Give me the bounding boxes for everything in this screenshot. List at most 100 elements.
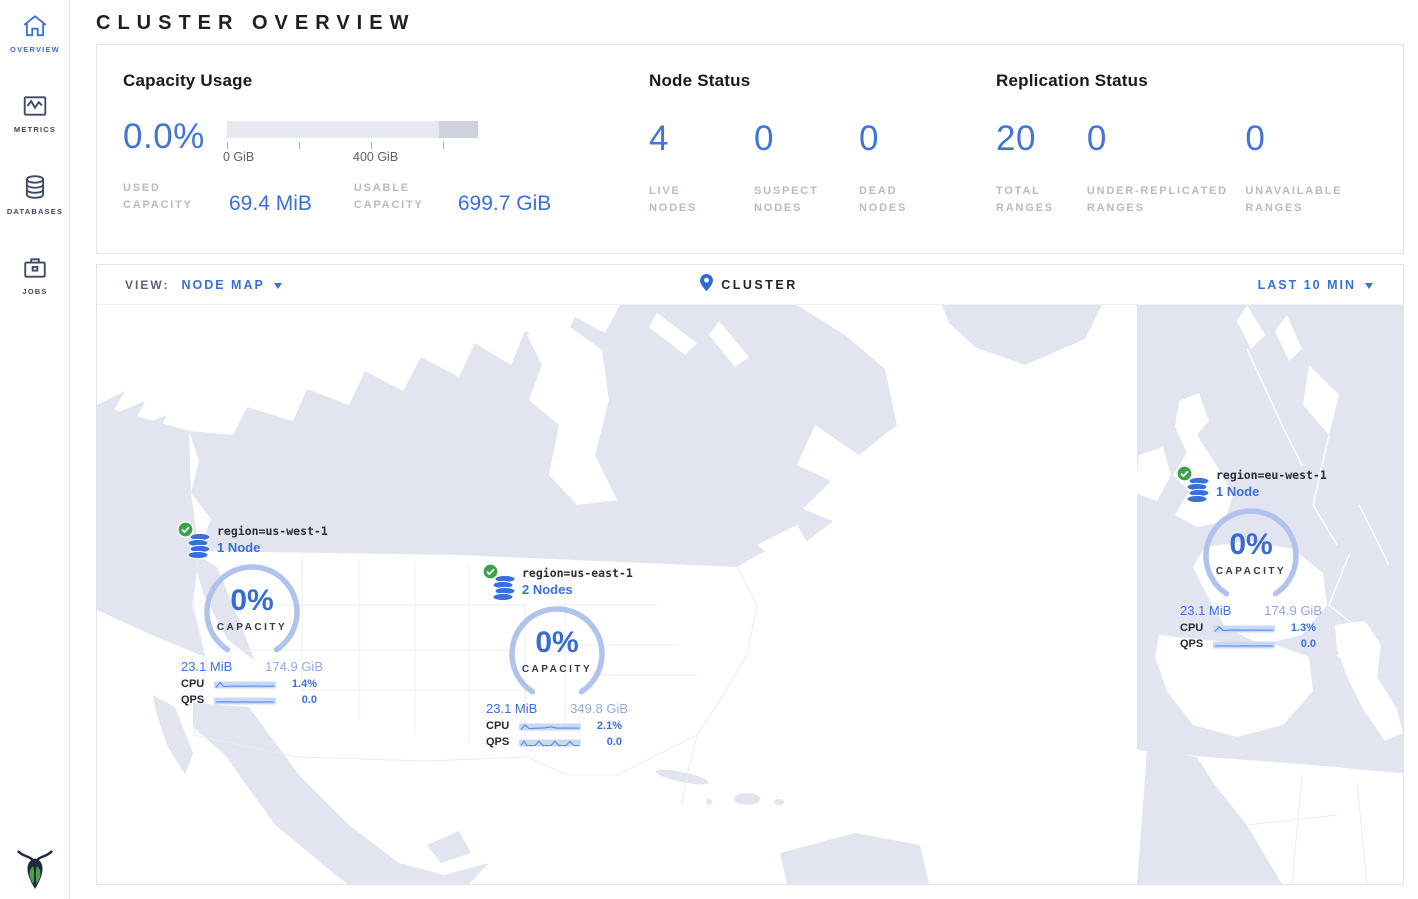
- under-replicated-label: UNDER-REPLICATED RANGES: [1087, 183, 1237, 217]
- view-label: VIEW:: [125, 278, 169, 292]
- region-label: region=eu-west-1: [1216, 468, 1326, 482]
- page-title: CLUSTER OVERVIEW: [70, 0, 1418, 44]
- node-status-section: Node Status 4 LIVE NODES 0 SUSPECT NODES…: [649, 71, 996, 253]
- capacity-percent: 0%: [505, 626, 609, 660]
- cpu-value: 2.1%: [581, 720, 628, 732]
- node-count-link[interactable]: 1 Node: [217, 540, 327, 555]
- capacity-used-value: 23.1 MiB: [486, 701, 537, 716]
- sidebar-item-jobs[interactable]: JOBS: [0, 242, 70, 306]
- used-capacity-label: USED CAPACITY: [123, 180, 215, 214]
- cockroachdb-logo: [0, 847, 70, 891]
- section-title: Node Status: [649, 71, 996, 91]
- capacity-total-value: 349.8 GiB: [570, 701, 628, 716]
- node-map-marker-us-west-1[interactable]: region=us-west-1 1 Node 0% CAPACITY 23.1…: [177, 524, 327, 706]
- node-map-panel: VIEW: NODE MAP CLUSTER LAST 10 MIN: [96, 264, 1404, 885]
- under-replicated-value: 0: [1087, 119, 1246, 159]
- usable-capacity-value: 699.7 GiB: [458, 192, 551, 216]
- capacity-bar-ticks: [227, 142, 478, 150]
- metrics-icon: [22, 94, 48, 118]
- total-ranges-value: 20: [996, 119, 1087, 159]
- sidebar-item-label: JOBS: [22, 287, 47, 296]
- node-map-marker-eu-west-1[interactable]: region=eu-west-1 1 Node 0% CAPACITY 23.1…: [1176, 468, 1326, 650]
- map-toolbar: VIEW: NODE MAP CLUSTER LAST 10 MIN: [97, 265, 1403, 305]
- section-title: Replication Status: [996, 71, 1379, 91]
- capacity-used-value: 23.1 MiB: [1180, 603, 1231, 618]
- capacity-percent: 0%: [1199, 528, 1303, 562]
- total-ranges-label: TOTAL RANGES: [996, 183, 1087, 217]
- capacity-caption: CAPACITY: [200, 622, 304, 633]
- suspect-nodes-label: SUSPECT NODES: [754, 183, 824, 217]
- unavailable-ranges-stat: 0 UNAVAILABLE RANGES: [1245, 119, 1379, 217]
- sidebar-item-metrics[interactable]: METRICS: [0, 80, 70, 144]
- view-selector[interactable]: NODE MAP: [181, 278, 281, 292]
- sidebar-item-databases[interactable]: DATABASES: [0, 160, 70, 226]
- sidebar-item-label: DATABASES: [7, 207, 63, 216]
- node-map[interactable]: region=us-west-1 1 Node 0% CAPACITY 23.1…: [97, 305, 1403, 884]
- region-label: region=us-west-1: [217, 524, 327, 538]
- cpu-value: 1.4%: [276, 678, 323, 690]
- node-count-link[interactable]: 1 Node: [1216, 484, 1326, 499]
- unavailable-ranges-value: 0: [1245, 119, 1379, 159]
- node-map-marker-us-east-1[interactable]: region=us-east-1 2 Nodes 0% CAPACITY 23.…: [482, 566, 632, 748]
- replication-status-section: Replication Status 20 TOTAL RANGES 0 UND…: [996, 71, 1379, 253]
- cpu-label: CPU: [181, 678, 214, 690]
- time-range-selector[interactable]: LAST 10 MIN: [1258, 278, 1373, 292]
- cpu-label: CPU: [486, 720, 519, 732]
- tick-label: 400 GiB: [353, 150, 398, 164]
- live-nodes-stat: 4 LIVE NODES: [649, 119, 754, 217]
- cpu-value: 1.3%: [1275, 622, 1322, 634]
- qps-sparkline: [214, 695, 276, 706]
- live-nodes-value: 4: [649, 119, 754, 159]
- view-selector-value: NODE MAP: [181, 278, 264, 292]
- under-replicated-stat: 0 UNDER-REPLICATED RANGES: [1087, 119, 1246, 217]
- qps-label: QPS: [1180, 638, 1213, 650]
- qps-value: 0.0: [581, 736, 628, 748]
- sidebar-item-label: METRICS: [14, 125, 56, 134]
- cpu-sparkline: [1213, 623, 1275, 634]
- suspect-nodes-stat: 0 SUSPECT NODES: [754, 119, 859, 217]
- capacity-used-value: 23.1 MiB: [181, 659, 232, 674]
- capacity-used-percent: 0.0%: [123, 117, 227, 166]
- location-pin-icon: [700, 274, 713, 296]
- cpu-label: CPU: [1180, 622, 1213, 634]
- home-icon: [22, 14, 48, 38]
- capacity-caption: CAPACITY: [505, 664, 609, 675]
- dead-nodes-stat: 0 DEAD NODES: [859, 119, 964, 217]
- time-range-value: LAST 10 MIN: [1258, 278, 1356, 292]
- unavailable-ranges-label: UNAVAILABLE RANGES: [1245, 183, 1379, 217]
- live-nodes-label: LIVE NODES: [649, 183, 719, 217]
- cluster-summary-panel: Capacity Usage 0.0% 0 GiB 400 GiB: [96, 44, 1404, 254]
- tick-label: 0 GiB: [223, 150, 254, 164]
- usable-capacity-label: USABLE CAPACITY: [354, 180, 444, 214]
- chevron-down-icon: [274, 283, 282, 289]
- sidebar-item-label: OVERVIEW: [10, 45, 60, 54]
- capacity-percent: 0%: [200, 584, 304, 618]
- qps-label: QPS: [181, 694, 214, 706]
- capacity-arc: 0% CAPACITY: [1199, 504, 1303, 601]
- node-count-link[interactable]: 2 Nodes: [522, 582, 632, 597]
- capacity-caption: CAPACITY: [1199, 566, 1303, 577]
- qps-value: 0.0: [276, 694, 323, 706]
- capacity-usage-section: Capacity Usage 0.0% 0 GiB 400 GiB: [123, 71, 649, 253]
- databases-icon: [22, 174, 48, 200]
- sidebar: OVERVIEW METRICS DATABASES JOBS: [0, 0, 70, 899]
- sidebar-item-overview[interactable]: OVERVIEW: [0, 0, 70, 64]
- qps-label: QPS: [486, 736, 519, 748]
- chevron-down-icon: [1365, 283, 1373, 289]
- section-title: Capacity Usage: [123, 71, 649, 91]
- capacity-arc: 0% CAPACITY: [505, 602, 609, 699]
- cpu-sparkline: [519, 721, 581, 732]
- qps-value: 0.0: [1275, 638, 1322, 650]
- used-capacity-value: 69.4 MiB: [229, 192, 312, 216]
- capacity-bar-reserved-segment: [439, 121, 478, 138]
- capacity-bar: [227, 121, 478, 138]
- dead-nodes-label: DEAD NODES: [859, 183, 929, 217]
- jobs-icon: [22, 256, 48, 280]
- dead-nodes-value: 0: [859, 119, 964, 159]
- cpu-sparkline: [214, 679, 276, 690]
- region-label: region=us-east-1: [522, 566, 632, 580]
- qps-sparkline: [519, 737, 581, 748]
- breadcrumb-cluster: CLUSTER: [721, 278, 798, 292]
- qps-sparkline: [1213, 639, 1275, 650]
- capacity-arc: 0% CAPACITY: [200, 560, 304, 657]
